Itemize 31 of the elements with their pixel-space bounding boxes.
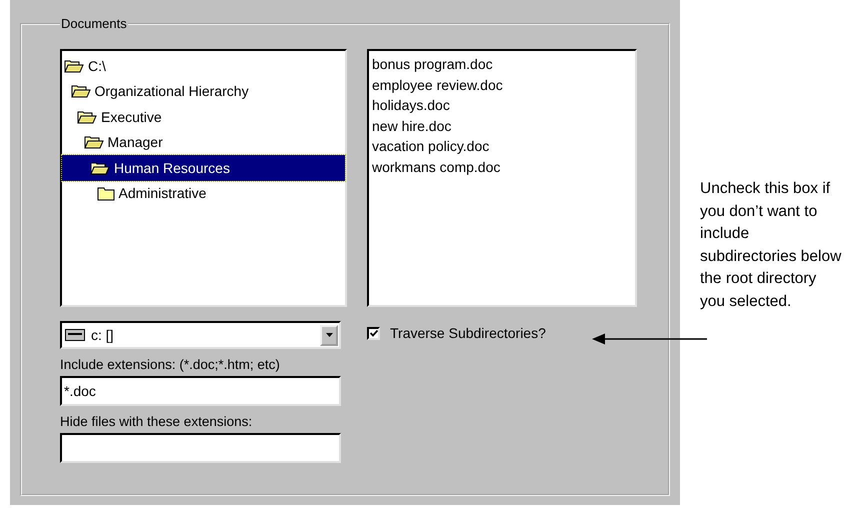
open-folder-icon: [64, 58, 84, 74]
open-folder-icon: [84, 134, 104, 150]
drive-icon: [65, 329, 85, 341]
tree-item[interactable]: Manager: [62, 130, 345, 155]
checkbox-label: Traverse Subdirectories?: [390, 325, 546, 341]
hide-extensions-field[interactable]: [60, 433, 341, 463]
tree-item[interactable]: C:\: [62, 53, 345, 78]
file-item[interactable]: employee review.doc: [372, 74, 632, 95]
dropdown-button[interactable]: [320, 324, 338, 346]
file-item[interactable]: new hire.doc: [372, 116, 632, 136]
checkbox[interactable]: [367, 326, 380, 340]
field-label: Hide files with these extensions:: [60, 414, 254, 429]
check-icon: [370, 330, 378, 336]
callout-note: Uncheck this box if you don’t want to include subdirectories below the root directory you selected.: [700, 179, 842, 312]
tree-item[interactable]: Human Resources: [62, 155, 345, 180]
file-item[interactable]: workmans comp.doc: [372, 156, 632, 177]
file-item[interactable]: holidays.doc: [372, 95, 632, 116]
caret-icon: [326, 333, 332, 337]
file-item[interactable]: vacation policy.doc: [372, 136, 632, 156]
tree-item[interactable]: Administrative: [62, 180, 345, 206]
tree-item[interactable]: Organizational Hierarchy: [62, 78, 345, 104]
drive-dropdown[interactable]: c: []: [60, 321, 341, 349]
file-item[interactable]: bonus program.doc: [372, 54, 632, 74]
open-folder-icon: [90, 160, 110, 176]
group-title: Documents: [60, 16, 128, 31]
open-folder-icon: [70, 83, 90, 100]
field-label: Include extensions: (*.doc;*.htm; etc): [60, 357, 281, 372]
folder-icon: [96, 185, 114, 202]
include-extensions-field[interactable]: *.doc: [60, 376, 341, 406]
tree-item[interactable]: Executive: [62, 104, 345, 130]
open-folder-icon: [77, 108, 97, 125]
